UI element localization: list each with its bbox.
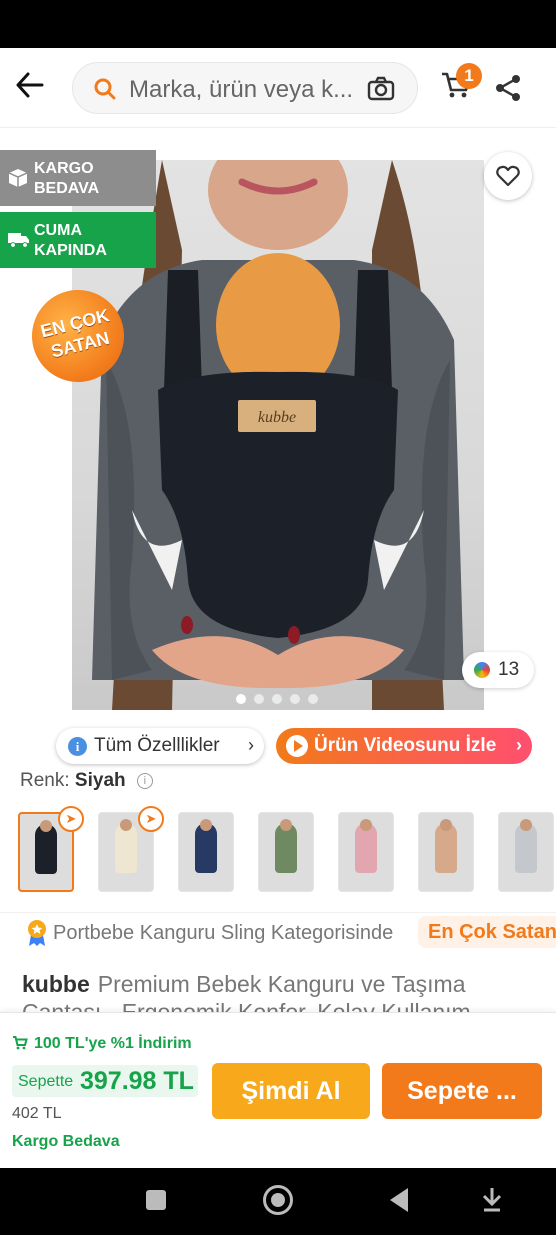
cart-count-badge: 1 xyxy=(456,63,482,89)
brand-name[interactable]: kubbe xyxy=(22,971,90,997)
top-bar: Marka, ürün veya k... 1 xyxy=(0,48,556,128)
heart-icon xyxy=(496,165,520,187)
watch-video-button[interactable]: Ürün Videosunu İzle › xyxy=(276,728,532,764)
pager-dot xyxy=(254,694,264,704)
category-ranking[interactable]: Portbebe Kanguru Sling Kategorisinde En … xyxy=(0,912,556,952)
color-label: Renk: Siyah i xyxy=(20,770,153,792)
search-icon xyxy=(93,77,117,106)
basket-price-box: Sepette 397.98 TL xyxy=(12,1065,198,1097)
old-price: 402 TL xyxy=(12,1105,62,1122)
variant-thumb[interactable] xyxy=(498,812,554,892)
pager-dot xyxy=(290,694,300,704)
chevron-right-icon: › xyxy=(516,735,522,755)
medal-icon xyxy=(26,919,48,947)
favorite-button[interactable] xyxy=(484,152,532,200)
play-icon xyxy=(286,735,308,757)
home-icon[interactable] xyxy=(263,1185,293,1215)
recents-icon[interactable] xyxy=(146,1190,166,1210)
free-shipping-text: Kargo Bedava xyxy=(12,1133,120,1150)
chevron-right-icon: › xyxy=(248,735,254,755)
add-to-cart-button[interactable]: Sepete ... xyxy=(382,1063,542,1119)
rocket-icon: ➤ xyxy=(58,806,84,832)
purchase-bar: 100 TL'ye %1 İndirim Sepette 397.98 TL 4… xyxy=(0,1012,556,1168)
status-bar xyxy=(0,0,556,48)
buy-now-button[interactable]: Şimdi Al xyxy=(212,1063,370,1119)
discount-info: 100 TL'ye %1 İndirim xyxy=(12,1035,192,1055)
rocket-icon: ➤ xyxy=(138,806,164,832)
cart-icon xyxy=(12,1036,28,1055)
camera-icon[interactable] xyxy=(367,76,395,107)
search-bar[interactable]: Marka, ürün veya k... xyxy=(72,62,418,114)
image-pager-dots xyxy=(236,694,326,706)
color-count-badge[interactable]: 13 xyxy=(462,652,534,688)
friday-delivery-tag: CUMA KAPINDA xyxy=(0,212,156,268)
feature-row: i Tüm Özelllikler › Ürün Videosunu İzle … xyxy=(0,728,556,764)
system-nav-bar xyxy=(0,1168,556,1235)
variant-thumbnails: ➤ ➤ xyxy=(0,806,556,896)
product-title: kubbe Premium Bebek Kanguru ve Taşıma Çan… xyxy=(22,971,471,1012)
truck-icon xyxy=(8,230,30,253)
product-gallery[interactable]: kubbe KARGO BEDAVA CUMA KAPINDA EN ÇOK S… xyxy=(0,128,556,738)
pager-dot xyxy=(272,694,282,704)
variant-thumb[interactable] xyxy=(178,812,234,892)
all-features-button[interactable]: i Tüm Özelllikler › xyxy=(56,728,264,764)
download-icon[interactable] xyxy=(480,1186,504,1214)
basket-price: 397.98 TL xyxy=(80,1067,194,1095)
pager-dot xyxy=(308,694,318,704)
variant-thumb[interactable] xyxy=(338,812,394,892)
share-icon[interactable] xyxy=(494,74,524,104)
variant-thumb[interactable] xyxy=(418,812,474,892)
free-shipping-tag: KARGO BEDAVA xyxy=(0,150,156,206)
info-icon: i xyxy=(68,737,87,756)
box-icon xyxy=(8,168,28,193)
selected-color: Siyah xyxy=(74,770,126,791)
info-icon[interactable]: i xyxy=(136,773,153,789)
back-icon[interactable] xyxy=(390,1188,408,1212)
palette-icon xyxy=(474,662,490,678)
product-logo: kubbe xyxy=(258,409,296,426)
pager-dot xyxy=(236,694,246,704)
back-arrow-icon[interactable] xyxy=(14,70,54,106)
best-seller-badge: En Çok Satan xyxy=(418,916,556,948)
search-input[interactable]: Marka, ürün veya k... xyxy=(129,76,353,104)
variant-thumb[interactable] xyxy=(258,812,314,892)
